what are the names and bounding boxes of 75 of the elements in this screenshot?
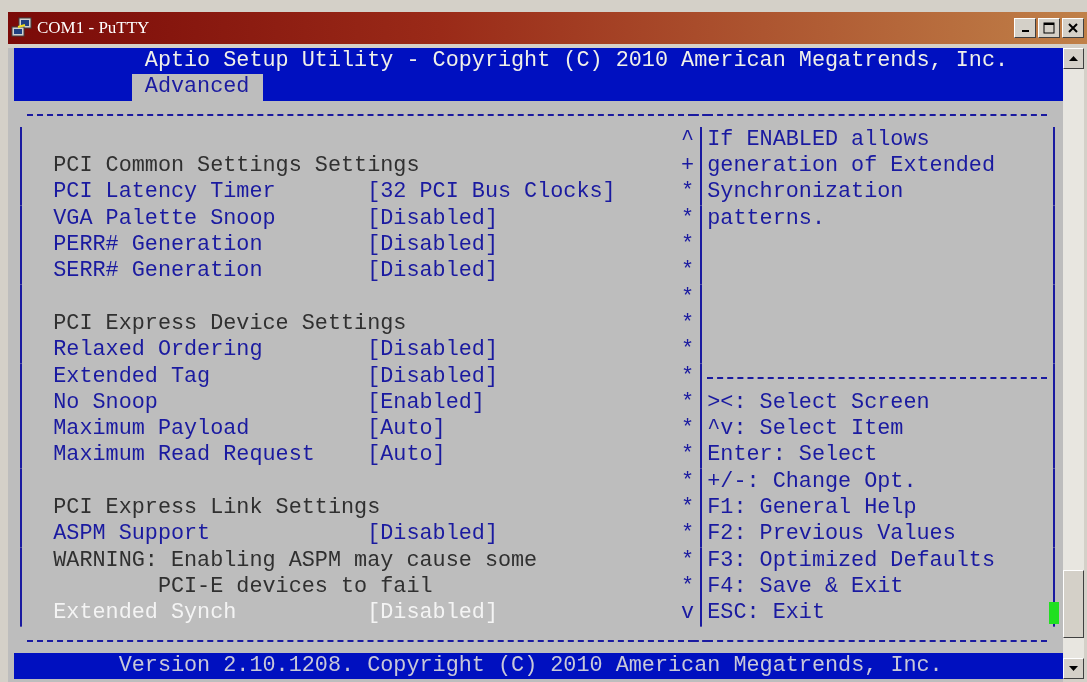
setting-value[interactable]: [Disabled] <box>367 521 682 548</box>
help-text: patterns. <box>707 205 826 233</box>
header-title: Aptio Setup Utility - Copyright (C) 2010 American Megatrends, Inc. <box>143 48 1009 73</box>
setting-value[interactable]: [Disabled] <box>367 232 682 259</box>
scroll-down-button[interactable] <box>1063 658 1084 679</box>
help-text: Synchronization <box>707 179 905 206</box>
scroll-marker: * <box>681 284 695 311</box>
close-icon <box>1068 23 1078 33</box>
setting-value[interactable]: [Disabled] <box>367 205 682 233</box>
text-cursor <box>1049 602 1060 625</box>
setting-label[interactable]: PERR# Generation <box>53 232 368 259</box>
scroll-marker: * <box>681 521 695 548</box>
scroll-marker: * <box>681 389 695 417</box>
maximize-button[interactable] <box>1038 18 1060 38</box>
key-hint: ><: Select Screen <box>707 389 931 417</box>
setting-value[interactable]: [Enabled] <box>367 389 682 417</box>
minimize-icon <box>1021 30 1029 32</box>
section-heading: PCI Express Link Settings <box>53 495 382 522</box>
help-text: generation of Extended <box>707 153 996 180</box>
setting-value[interactable]: [Auto] <box>367 416 682 443</box>
key-hint: F1: General Help <box>707 495 918 522</box>
setting-value[interactable]: [Disabled] <box>367 258 682 285</box>
key-hint: ^v: Select Item <box>707 416 905 443</box>
scroll-marker: * <box>681 547 695 574</box>
scroll-bar[interactable] <box>1063 48 1084 679</box>
up-arrow-icon <box>1069 55 1078 62</box>
scroll-marker: * <box>681 573 695 601</box>
window-title: COM1 - PuTTY <box>37 18 151 38</box>
key-hint: Enter: Select <box>707 442 879 469</box>
scroll-marker: * <box>681 232 695 259</box>
setting-label[interactable]: ASPM Support <box>53 521 368 548</box>
close-button[interactable] <box>1062 18 1084 38</box>
setting-label[interactable]: PCI Latency Timer <box>53 179 368 206</box>
scroll-marker: * <box>681 337 695 364</box>
setting-label[interactable]: Relaxed Ordering <box>53 337 368 364</box>
key-hint: +/-: Change Opt. <box>707 468 918 496</box>
key-hint: F3: Optimized Defaults <box>707 547 996 574</box>
scroll-marker: * <box>681 363 695 390</box>
setting-label[interactable]: Maximum Payload <box>53 416 368 443</box>
section-heading: PCI Express Device Settings <box>53 310 408 338</box>
help-text: If ENABLED allows <box>707 126 931 154</box>
scroll-marker: * <box>681 310 695 338</box>
scroll-marker: * <box>681 495 695 522</box>
scroll-marker: * <box>681 258 695 285</box>
setting-label[interactable]: Maximum Read Request <box>53 442 368 469</box>
setting-label[interactable]: SERR# Generation <box>53 258 368 285</box>
terminal-computer-icon <box>11 17 33 39</box>
maximize-icon <box>1043 22 1055 34</box>
setting-label[interactable]: No Snoop <box>53 389 368 417</box>
key-hint: F2: Previous Values <box>707 521 957 548</box>
scroll-marker: * <box>681 179 695 206</box>
setting-value[interactable]: [32 PCI Bus Clocks] <box>367 179 682 206</box>
scroll-marker: * <box>681 416 695 443</box>
scroll-marker: * <box>681 468 695 496</box>
setting-label[interactable]: VGA Palette Snoop <box>53 205 368 233</box>
key-hint: F4: Save & Exit <box>707 573 905 601</box>
menu-tab[interactable]: Advanced <box>131 74 263 101</box>
scroll-marker: * <box>681 442 695 469</box>
warning-text: PCI-E devices to fail <box>156 573 434 601</box>
minimize-button[interactable] <box>1014 18 1036 38</box>
key-hint: ESC: Exit <box>707 600 826 627</box>
setting-label[interactable]: Extended Tag <box>53 363 368 390</box>
setting-value[interactable]: [Disabled] <box>367 337 682 364</box>
scroll-thumb[interactable] <box>1063 570 1084 638</box>
down-arrow-icon <box>1069 665 1078 672</box>
warning-text: WARNING: Enabling ASPM may cause some <box>53 547 539 574</box>
section-heading: PCI Common Settings Settings <box>53 153 421 180</box>
scroll-marker: * <box>681 205 695 233</box>
setting-value[interactable]: [Disabled] <box>367 363 682 390</box>
scroll-up-button[interactable] <box>1063 48 1084 69</box>
scroll-marker: + <box>681 153 695 180</box>
footer-text: Version 2.10.1208. Copyright (C) 2010 American Megatrends, Inc. <box>117 652 943 678</box>
scroll-marker: v <box>681 600 695 627</box>
scroll-marker: ^ <box>681 126 695 154</box>
setting-value[interactable]: [Auto] <box>367 442 682 469</box>
